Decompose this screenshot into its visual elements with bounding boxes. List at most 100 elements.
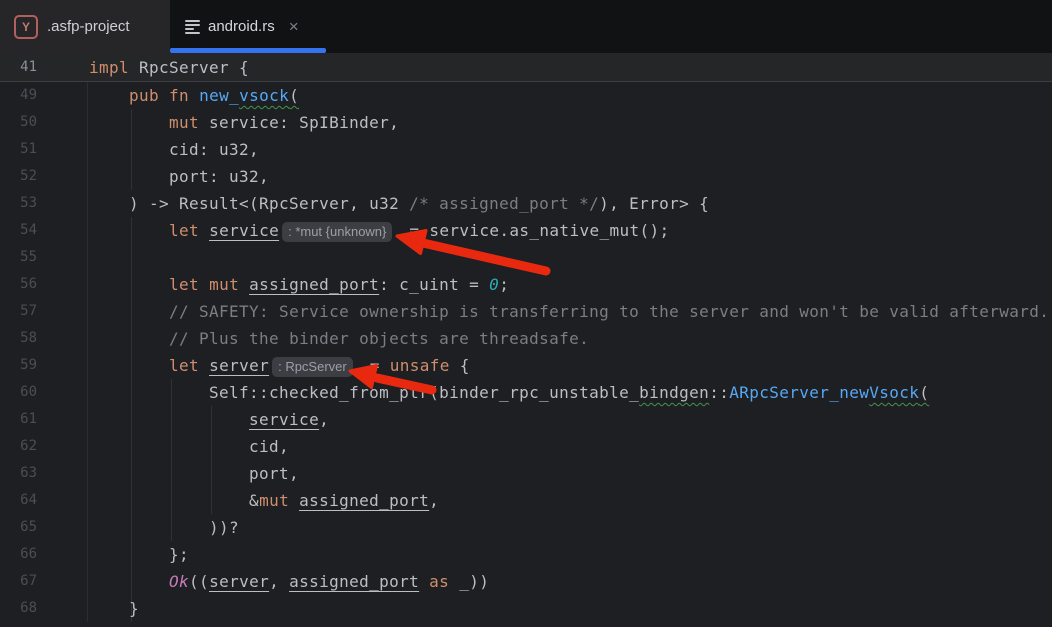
- code-token: [89, 302, 169, 321]
- code-token: pub: [129, 86, 159, 105]
- code-line[interactable]: 60 Self::checked_from_ptr(binder_rpc_uns…: [0, 379, 1052, 406]
- code-token: [89, 113, 169, 132]
- code-token: ::: [709, 383, 729, 402]
- code-line[interactable]: 53 ) -> Result<(RpcServer, u32 /* assign…: [0, 190, 1052, 217]
- code-token: let: [169, 221, 199, 240]
- code-token: &: [89, 491, 259, 510]
- line-number[interactable]: 57: [0, 298, 88, 325]
- line-number[interactable]: 50: [0, 109, 88, 136]
- code-editor[interactable]: 41impl RpcServer {49 pub fn new_vsock(50…: [0, 53, 1052, 627]
- code-token: assigned_port: [289, 572, 419, 591]
- code-token: impl: [89, 58, 129, 77]
- code-line[interactable]: 66 };: [0, 541, 1052, 568]
- code-line[interactable]: 56 let mut assigned_port: c_uint = 0;: [0, 271, 1052, 298]
- code-token: ,: [429, 491, 439, 510]
- code-line[interactable]: 55: [0, 244, 1052, 271]
- code-token: ))?: [89, 518, 239, 537]
- editor-tab-android-rs[interactable]: android.rs ×: [170, 0, 326, 53]
- code-token: let: [169, 275, 199, 294]
- code-token: }: [89, 599, 139, 618]
- line-number[interactable]: 51: [0, 136, 88, 163]
- code-line[interactable]: 58 // Plus the binder objects are thread…: [0, 325, 1052, 352]
- code-token: // Plus the binder objects are threadsaf…: [169, 329, 589, 348]
- line-number[interactable]: 62: [0, 433, 88, 460]
- code-line[interactable]: 52 port: u32,: [0, 163, 1052, 190]
- code-token: server: [209, 572, 269, 591]
- code-token: [89, 356, 169, 375]
- code-line[interactable]: 62 cid,: [0, 433, 1052, 460]
- code-token: service: [249, 410, 319, 429]
- line-number[interactable]: 65: [0, 514, 88, 541]
- close-tab-icon[interactable]: ×: [289, 18, 299, 35]
- code-line-text: pub fn new_vsock(: [88, 82, 299, 109]
- code-line[interactable]: 61 service,: [0, 406, 1052, 433]
- line-number[interactable]: 60: [0, 379, 88, 406]
- line-number[interactable]: 67: [0, 568, 88, 595]
- code-line[interactable]: 54 let service: *mut {unknown} = service…: [0, 217, 1052, 244]
- code-line[interactable]: 50 mut service: SpIBinder,: [0, 109, 1052, 136]
- code-line-text: port: u32,: [88, 163, 269, 190]
- project-widget[interactable]: Y .asfp-project: [0, 0, 170, 53]
- code-token: =: [360, 356, 390, 375]
- code-line[interactable]: 63 port,: [0, 460, 1052, 487]
- code-line-text: ))?: [88, 514, 239, 541]
- code-line[interactable]: 59 let server: RpcServer = unsafe {: [0, 352, 1052, 379]
- line-number[interactable]: 66: [0, 541, 88, 568]
- line-number[interactable]: 68: [0, 595, 88, 622]
- code-token: // SAFETY: Service ownership is transfer…: [169, 302, 1049, 321]
- line-number[interactable]: 53: [0, 190, 88, 217]
- line-number[interactable]: 63: [0, 460, 88, 487]
- code-line-text: impl RpcServer {: [88, 53, 249, 81]
- line-number[interactable]: 49: [0, 82, 88, 109]
- inlay-type-hint[interactable]: : *mut {unknown}: [282, 222, 392, 242]
- sticky-code-line[interactable]: 41impl RpcServer {: [0, 53, 1052, 82]
- code-token: port: u32,: [89, 167, 269, 186]
- code-line[interactable]: 64 &mut assigned_port,: [0, 487, 1052, 514]
- code-line-text: // Plus the binder objects are threadsaf…: [88, 325, 589, 352]
- code-line[interactable]: 68 }: [0, 595, 1052, 622]
- line-number[interactable]: 56: [0, 271, 88, 298]
- code-token: Self::checked_from_ptr(binder_rpc_unstab…: [89, 383, 639, 402]
- code-line-text: }: [88, 595, 139, 622]
- project-name-label: .asfp-project: [47, 18, 130, 35]
- code-line-text: [88, 244, 89, 271]
- code-line-text: ) -> Result<(RpcServer, u32 /* assigned_…: [88, 190, 709, 217]
- code-token: [419, 572, 429, 591]
- code-token: [189, 86, 199, 105]
- code-token: [289, 491, 299, 510]
- code-line[interactable]: 51 cid: u32,: [0, 136, 1052, 163]
- code-line[interactable]: 65 ))?: [0, 514, 1052, 541]
- inlay-type-hint[interactable]: : RpcServer: [272, 357, 353, 377]
- line-number[interactable]: 64: [0, 487, 88, 514]
- code-token: [159, 86, 169, 105]
- code-token: mut: [169, 113, 199, 132]
- code-token: [89, 221, 169, 240]
- code-line-text: port,: [88, 460, 299, 487]
- code-token: assigned_port: [249, 275, 379, 294]
- tab-label: android.rs: [208, 18, 275, 35]
- code-token: unsafe: [390, 356, 450, 375]
- code-token: ((: [189, 572, 209, 591]
- code-line[interactable]: 49 pub fn new_vsock(: [0, 82, 1052, 109]
- line-number[interactable]: 58: [0, 325, 88, 352]
- line-number[interactable]: 41: [0, 53, 88, 81]
- code-token: ), Error> {: [599, 194, 709, 213]
- line-number[interactable]: 55: [0, 244, 88, 271]
- line-number[interactable]: 52: [0, 163, 88, 190]
- code-line-text: // SAFETY: Service ownership is transfer…: [88, 298, 1049, 325]
- code-line[interactable]: 57 // SAFETY: Service ownership is trans…: [0, 298, 1052, 325]
- code-line-text: cid,: [88, 433, 289, 460]
- code-token: [199, 221, 209, 240]
- code-token: [89, 410, 249, 429]
- line-number[interactable]: 61: [0, 406, 88, 433]
- code-token: 0: [489, 275, 499, 294]
- code-line-text: mut service: SpIBinder,: [88, 109, 399, 136]
- code-line-text: service,: [88, 406, 329, 433]
- code-token: port,: [89, 464, 299, 483]
- code-token: cid: u32,: [89, 140, 259, 159]
- code-line[interactable]: 67 Ok((server, assigned_port as _)): [0, 568, 1052, 595]
- code-token: _)): [449, 572, 489, 591]
- code-token: (: [289, 86, 299, 105]
- line-number[interactable]: 59: [0, 352, 88, 379]
- line-number[interactable]: 54: [0, 217, 88, 244]
